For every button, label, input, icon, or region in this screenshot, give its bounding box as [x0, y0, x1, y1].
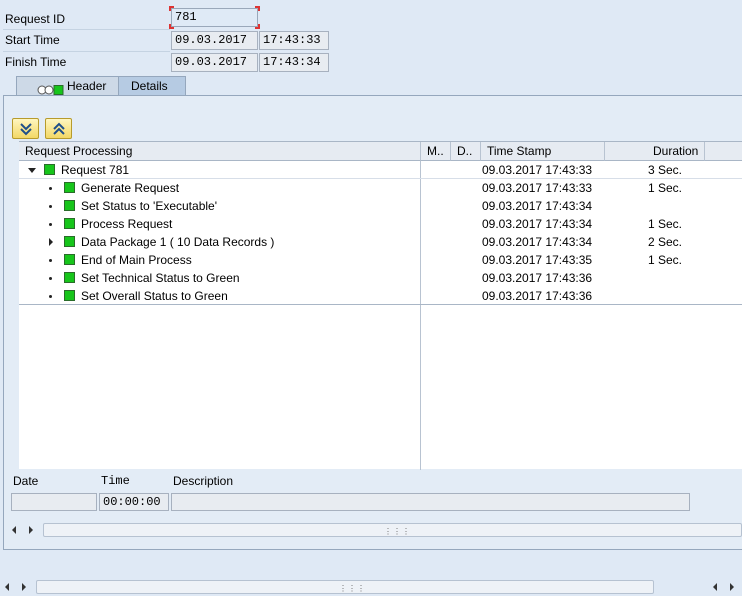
description-label: Description [173, 474, 234, 488]
row-label: End of Main Process [81, 253, 192, 267]
link-status-icon [37, 82, 64, 95]
row-label: Data Package 1 ( 10 Data Records ) [81, 235, 275, 249]
scroll-left-icon[interactable] [12, 526, 16, 534]
green-status-icon [64, 290, 75, 301]
tree-row[interactable]: Set Overall Status to Green 09.03.2017 1… [19, 287, 742, 305]
green-status-icon [44, 164, 55, 175]
leaf-bullet-icon [49, 295, 52, 298]
inner-horizontal-scrollbar[interactable]: ⋮⋮⋮ [43, 523, 742, 537]
request-id-focus-frame [169, 6, 260, 29]
row-label: Request 781 [61, 163, 130, 177]
leaf-bullet-icon [49, 187, 52, 190]
expand-all-button[interactable] [12, 118, 39, 139]
row-time-stamp: 09.03.2017 17:43:34 [482, 217, 593, 231]
scroll-right-icon[interactable] [29, 526, 33, 534]
scroll-right-icon[interactable] [730, 583, 734, 591]
time-field[interactable]: 00:00:00 [99, 493, 169, 511]
form-separator [3, 51, 170, 52]
green-status-icon [64, 272, 75, 283]
row-time-stamp: 09.03.2017 17:43:33 [482, 163, 593, 177]
column-header-request-processing[interactable]: Request Processing [19, 142, 421, 161]
tree-row[interactable]: Process Request 09.03.2017 17:43:34 1 Se… [19, 215, 742, 233]
leaf-bullet-icon [49, 205, 52, 208]
finish-time-label: Finish Time [5, 55, 67, 69]
scroll-grip-icon: ⋮⋮⋮ [339, 584, 366, 593]
finish-date-field[interactable]: 09.03.2017 [171, 53, 258, 72]
row-time-stamp: 09.03.2017 17:43:33 [482, 181, 593, 195]
tab-header[interactable]: Header [16, 76, 120, 96]
column-header-duration[interactable]: Duration [605, 142, 705, 161]
row-duration: 1 Sec. [648, 253, 683, 267]
green-status-icon [64, 200, 75, 211]
start-date-field[interactable]: 09.03.2017 [171, 31, 258, 50]
time-label: Time [101, 474, 130, 488]
row-duration: 2 Sec. [648, 235, 683, 249]
tab-details-label: Details [131, 79, 168, 93]
row-time-stamp: 09.03.2017 17:43:34 [482, 235, 593, 249]
green-status-icon [64, 182, 75, 193]
description-field[interactable] [171, 493, 690, 511]
form-separator [3, 29, 170, 30]
row-time-stamp: 09.03.2017 17:43:36 [482, 271, 593, 285]
leaf-bullet-icon [49, 277, 52, 280]
leaf-bullet-icon [49, 223, 52, 226]
row-time-stamp: 09.03.2017 17:43:34 [482, 199, 593, 213]
tree-content-bottom-line [19, 304, 742, 305]
row-label: Set Status to 'Executable' [81, 199, 217, 213]
scroll-grip-icon: ⋮⋮⋮ [384, 527, 411, 536]
scroll-left-icon[interactable] [5, 583, 9, 591]
row-duration: 1 Sec. [648, 217, 683, 231]
column-header-filler [705, 142, 742, 161]
tree-row[interactable]: Generate Request 09.03.2017 17:43:33 1 S… [19, 179, 742, 197]
scroll-right-icon[interactable] [22, 583, 26, 591]
start-time-label: Start Time [5, 33, 60, 47]
row-duration: 1 Sec. [648, 181, 683, 195]
tree-row[interactable]: Set Technical Status to Green 09.03.2017… [19, 269, 742, 287]
tab-details[interactable]: Details [118, 76, 186, 96]
tree-row-request-781[interactable]: Request 781 09.03.2017 17:43:33 3 Sec. [19, 161, 742, 179]
date-field[interactable] [11, 493, 97, 511]
row-label: Set Technical Status to Green [81, 271, 240, 285]
collapse-all-button[interactable] [45, 118, 72, 139]
finish-time-field[interactable]: 17:43:34 [259, 53, 329, 72]
row-time-stamp: 09.03.2017 17:43:35 [482, 253, 593, 267]
request-id-label: Request ID [5, 12, 66, 26]
outer-horizontal-scrollbar[interactable]: ⋮⋮⋮ [36, 580, 654, 594]
green-status-icon [64, 218, 75, 229]
row-label: Set Overall Status to Green [81, 289, 228, 303]
row-label: Process Request [81, 217, 173, 231]
tree-row[interactable]: End of Main Process 09.03.2017 17:43:35 … [19, 251, 742, 269]
start-time-field[interactable]: 17:43:33 [259, 31, 329, 50]
request-processing-tree[interactable]: Request Processing M.. D.. Time Stamp Du… [19, 141, 742, 470]
collapsed-node-icon[interactable] [49, 238, 53, 246]
tree-row-data-package[interactable]: Data Package 1 ( 10 Data Records ) 09.03… [19, 233, 742, 251]
column-header-time-stamp[interactable]: Time Stamp [481, 142, 605, 161]
row-duration: 3 Sec. [648, 163, 683, 177]
green-status-icon [64, 254, 75, 265]
row-time-stamp: 09.03.2017 17:43:36 [482, 289, 593, 303]
date-label: Date [13, 474, 39, 488]
row-label: Generate Request [81, 181, 180, 195]
column-header-m[interactable]: M.. [421, 142, 451, 161]
tab-header-label: Header [67, 79, 107, 93]
expanded-node-icon[interactable] [28, 168, 36, 173]
scroll-left-icon[interactable] [713, 583, 717, 591]
column-header-d[interactable]: D.. [451, 142, 481, 161]
green-status-icon [64, 236, 75, 247]
leaf-bullet-icon [49, 259, 52, 262]
tree-row[interactable]: Set Status to 'Executable' 09.03.2017 17… [19, 197, 742, 215]
